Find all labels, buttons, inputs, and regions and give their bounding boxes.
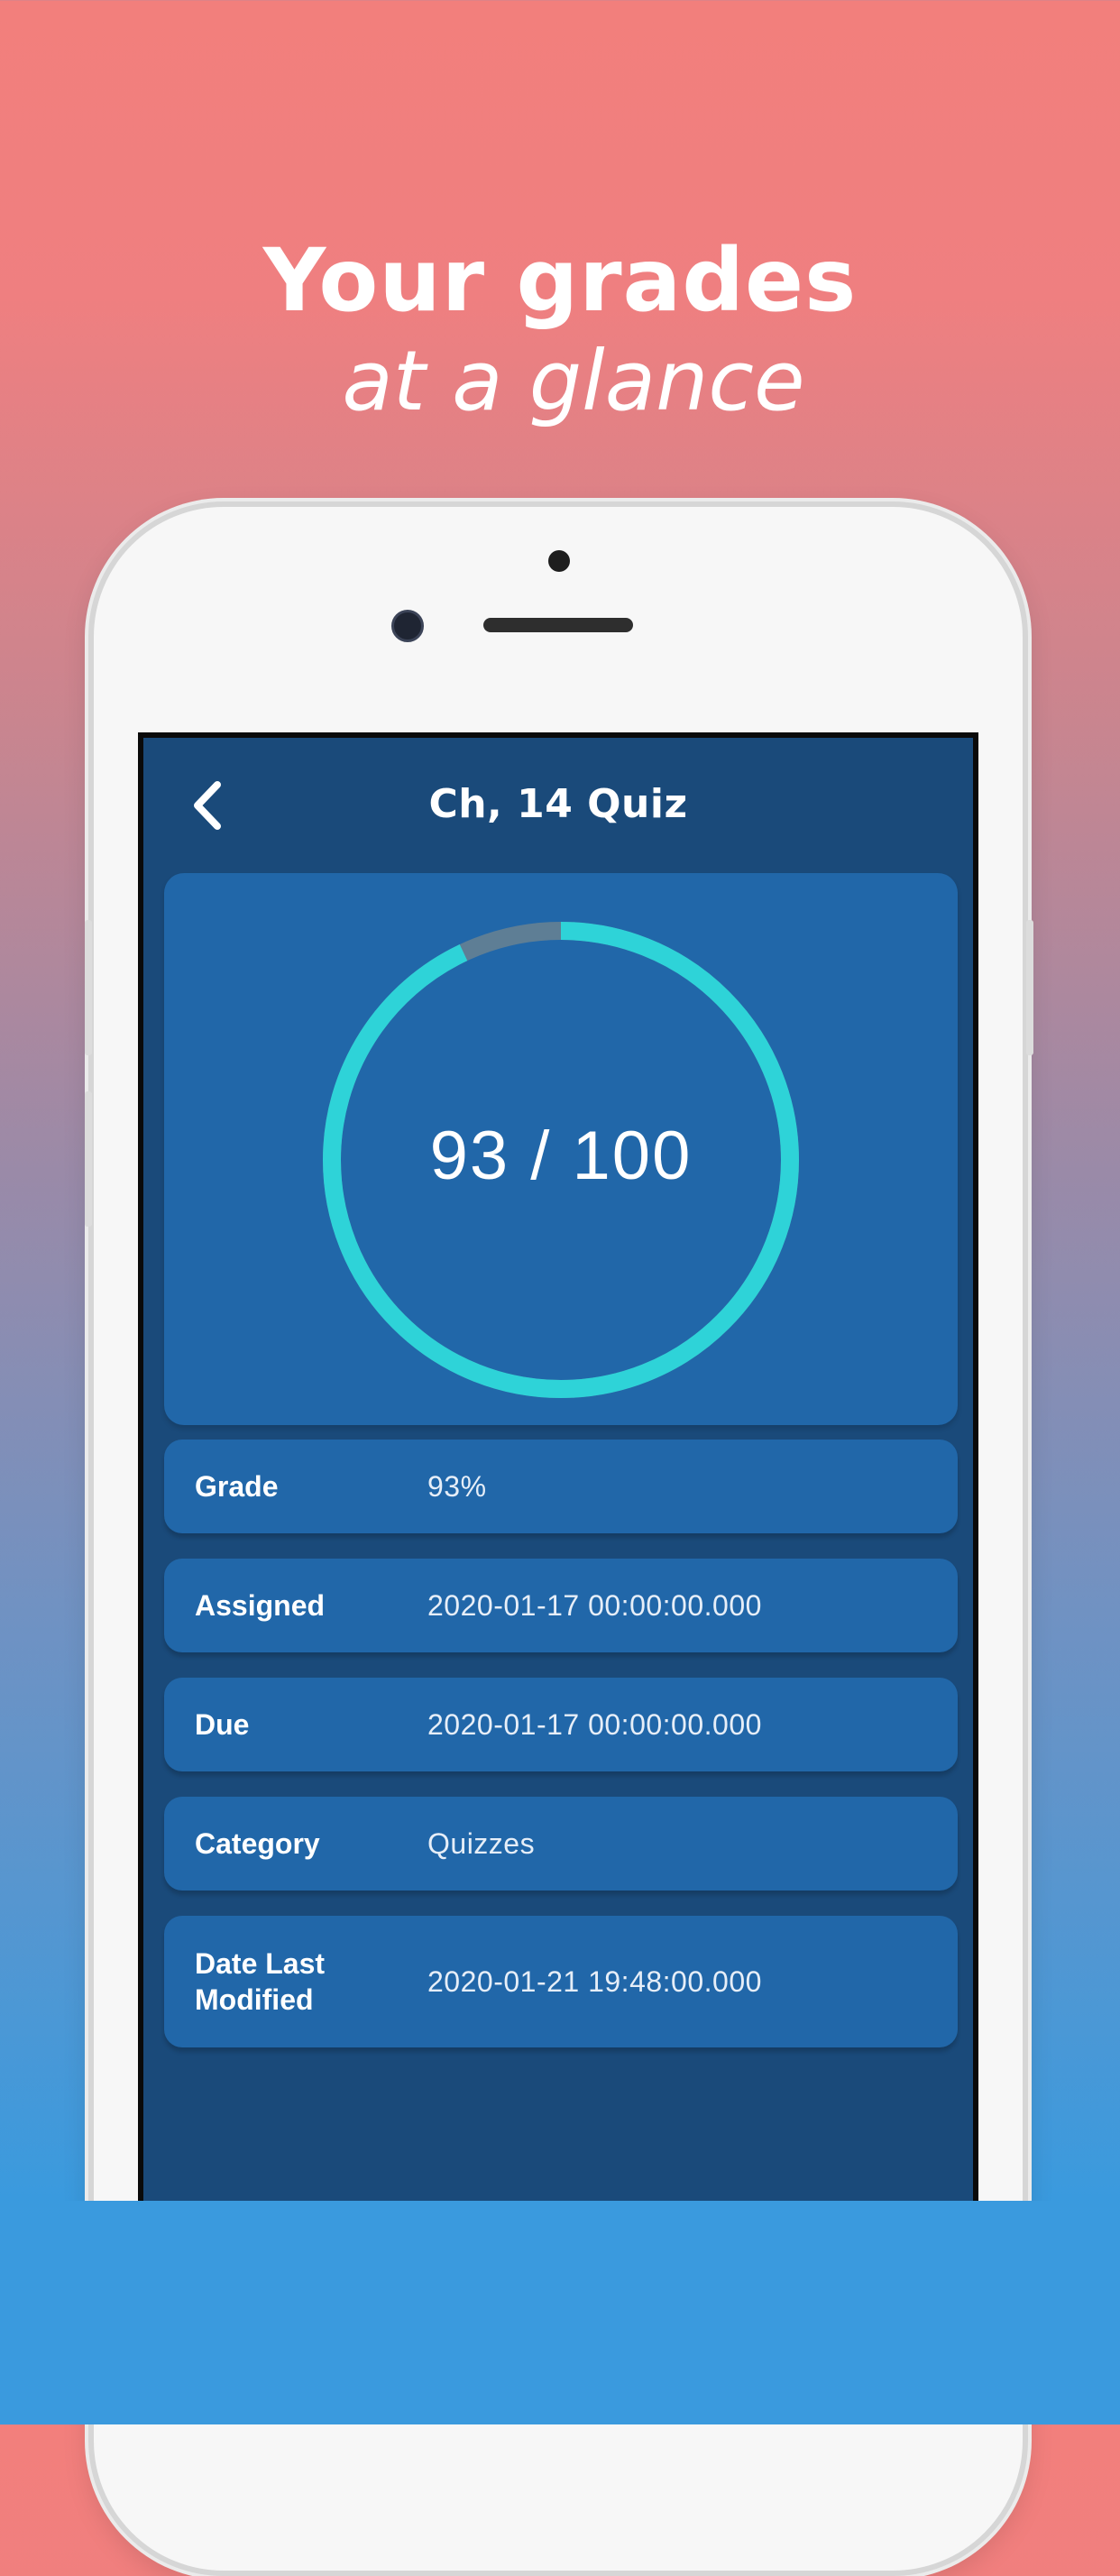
page-title: Ch, 14 Quiz bbox=[428, 781, 688, 827]
phone-side-button bbox=[85, 920, 92, 1055]
detail-row-due: Due 2020-01-17 00:00:00.000 bbox=[164, 1678, 958, 1771]
detail-label: Due bbox=[195, 1708, 250, 1741]
detail-label: Category bbox=[195, 1827, 320, 1860]
headline-line-2: at a glance bbox=[342, 333, 805, 429]
detail-row-category: Category Quizzes bbox=[164, 1797, 958, 1891]
detail-value: 2020-01-17 00:00:00.000 bbox=[427, 1707, 762, 1741]
nav-bar: Ch, 14 Quiz bbox=[143, 738, 973, 873]
detail-label: Grade bbox=[195, 1470, 279, 1503]
headline: Your grades at a glance bbox=[0, 230, 1120, 432]
score-card: 93 / 100 bbox=[164, 873, 958, 1425]
detail-row-grade: Grade 93% bbox=[164, 1440, 958, 1533]
detail-label: Assigned bbox=[195, 1589, 326, 1622]
detail-value: 2020-01-17 00:00:00.000 bbox=[427, 1588, 762, 1622]
front-camera bbox=[391, 610, 424, 642]
proximity-sensor bbox=[548, 550, 570, 572]
detail-value: Quizzes bbox=[427, 1826, 536, 1860]
detail-value: 2020-01-21 19:48:00.000 bbox=[427, 1964, 762, 1998]
bottom-background bbox=[0, 2201, 1120, 2424]
earpiece-speaker bbox=[483, 618, 633, 632]
detail-label: Date Last Modified bbox=[195, 1947, 326, 2016]
phone-side-button bbox=[1026, 920, 1033, 1055]
detail-value: 93% bbox=[427, 1469, 487, 1503]
phone-side-button bbox=[85, 1091, 92, 1227]
detail-row-assigned: Assigned 2020-01-17 00:00:00.000 bbox=[164, 1559, 958, 1652]
headline-line-1: Your grades bbox=[262, 230, 858, 331]
app-screen: Ch, 14 Quiz 93 / 100 Grade 93% Assigned … bbox=[138, 732, 978, 2201]
score-text: 93 / 100 bbox=[429, 1118, 693, 1194]
detail-row-date-last-modified: Date Last Modified 2020-01-21 19:48:00.0… bbox=[164, 1916, 958, 2047]
